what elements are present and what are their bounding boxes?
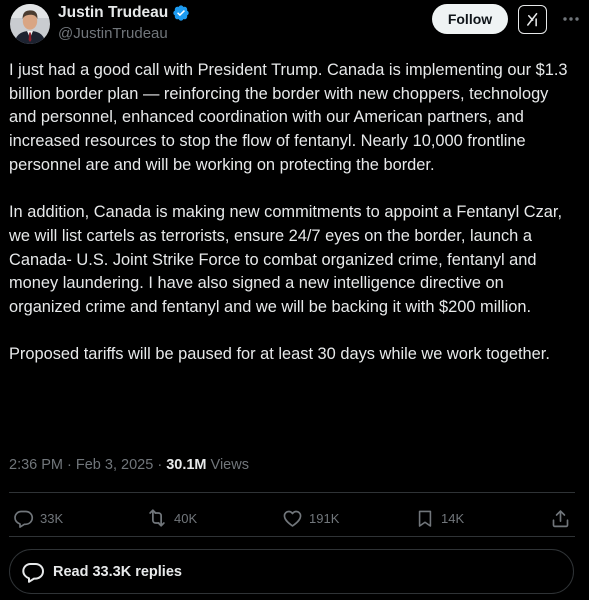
reply-count: 33K (40, 510, 64, 526)
tweet-paragraph: In addition, Canada is making new commit… (9, 203, 563, 317)
heart-icon (283, 510, 302, 527)
tweet-paragraph: I just had a good call with President Tr… (9, 61, 568, 174)
tweet-paragraph: Proposed tariffs will be paused for at l… (9, 345, 550, 364)
like-button[interactable]: 191K (282, 504, 339, 532)
user-block: Justin Trudeau @JustinTrudeau (58, 2, 190, 42)
grok-icon[interactable] (518, 5, 547, 34)
more-options-icon[interactable] (558, 7, 584, 31)
avatar[interactable] (10, 4, 50, 44)
meta-separator: · (63, 457, 76, 473)
tweet-header: Justin Trudeau @JustinTrudeau Follow (8, 0, 581, 46)
bookmark-count: 14K (441, 510, 465, 526)
follow-button[interactable]: Follow (432, 4, 508, 34)
reply-button[interactable]: 33K (13, 504, 63, 532)
reply-bubble-icon (21, 560, 45, 584)
reply-icon (14, 510, 34, 528)
views-label: Views (206, 457, 249, 473)
display-name[interactable]: Justin Trudeau (58, 4, 168, 22)
views-count: 30.1M (166, 457, 207, 473)
verified-badge-icon (172, 4, 190, 22)
tweet-date[interactable]: Feb 3, 2025 (76, 457, 153, 473)
repost-count: 40K (174, 510, 198, 526)
display-name-row: Justin Trudeau (58, 2, 190, 24)
action-bar: 33K 40K 191K 14K (9, 504, 575, 532)
repost-button[interactable]: 40K (146, 504, 197, 532)
bookmark-icon (418, 510, 432, 527)
divider (9, 492, 575, 493)
tweet-text: I just had a good call with President Tr… (9, 59, 574, 367)
repost-icon (149, 509, 165, 527)
share-button[interactable] (550, 504, 571, 532)
user-handle[interactable]: @JustinTrudeau (58, 25, 190, 42)
read-replies-button[interactable]: Read 33.3K replies (9, 549, 574, 594)
tweet-time[interactable]: 2:36 PM (9, 457, 63, 473)
read-replies-label: Read 33.3K replies (53, 563, 182, 580)
divider (9, 536, 575, 537)
tweet-meta: 2:36 PM · Feb 3, 2025 · 30.1M Views (9, 457, 249, 473)
share-icon (552, 509, 569, 527)
meta-separator: · (153, 457, 167, 473)
tweet-card: Justin Trudeau @JustinTrudeau Follow I j… (0, 0, 589, 600)
bookmark-button[interactable]: 14K (415, 504, 464, 532)
like-count: 191K (309, 510, 340, 526)
